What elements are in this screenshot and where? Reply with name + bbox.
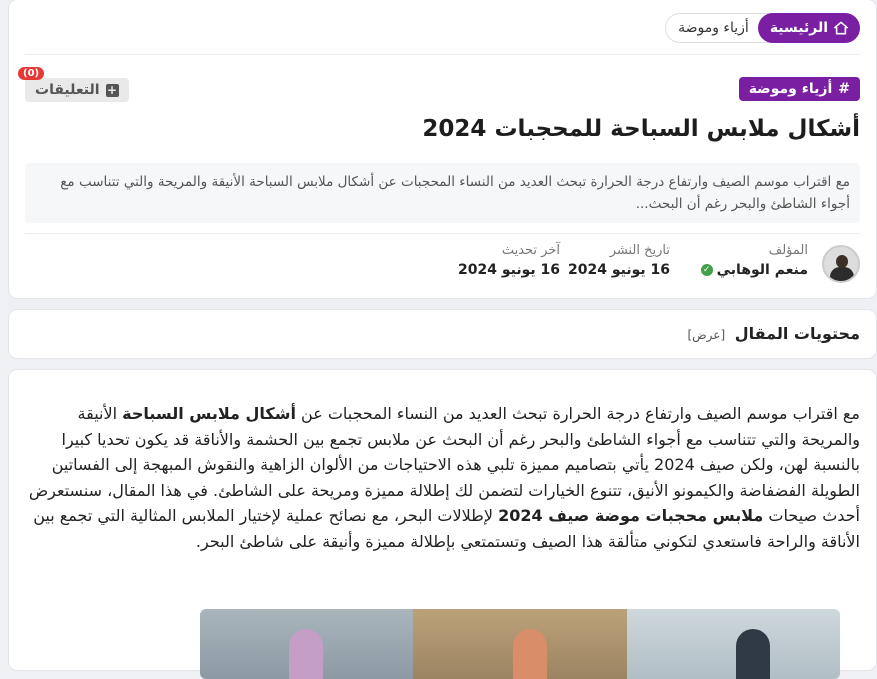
breadcrumb-home-link[interactable]: الرئيسية <box>757 13 860 43</box>
updated-date: 16 يونيو 2024 <box>458 262 560 278</box>
updated-label: آخر تحديث <box>501 243 560 258</box>
comments-count-badge: (0) <box>18 67 45 80</box>
article-paragraph: مع اقتراب موسم الصيف وارتفاع درجة الحرار… <box>25 401 860 554</box>
article-meta: المؤلف منعم الوهابي ✓ تاريخ النشر 16 يون… <box>25 243 860 287</box>
category-tag[interactable]: # أزياء وموضة <box>738 77 860 101</box>
article-keyword: ملابس محجبات موضة صيف 2024 <box>498 506 764 525</box>
breadcrumb-home-label: الرئيسية <box>769 20 828 36</box>
author-label: المؤلف <box>768 243 808 258</box>
comments-label: التعليقات <box>35 82 100 98</box>
article-excerpt: مع اقتراب موسم الصيف وارتفاع درجة الحرار… <box>25 163 860 223</box>
divider <box>25 54 860 55</box>
author-avatar[interactable] <box>822 245 860 283</box>
comment-plus-icon: + <box>105 82 119 97</box>
category-tag-label: أزياء وموضة <box>748 81 833 97</box>
toc-title: محتويات المقال <box>734 324 860 343</box>
verified-check-icon: ✓ <box>700 264 713 276</box>
breadcrumb: الرئيسية أزياء وموضة <box>665 13 860 43</box>
author-name-link[interactable]: منعم الوهابي <box>717 262 808 278</box>
article-text: مع اقتراب موسم الصيف وارتفاع درجة الحرار… <box>295 404 860 423</box>
breadcrumb-category-link[interactable]: أزياء وموضة <box>666 20 759 36</box>
published-meta: تاريخ النشر 16 يونيو 2024 <box>568 243 670 278</box>
table-of-contents-card: محتويات المقال [عرض] <box>9 310 876 358</box>
divider <box>25 233 860 234</box>
article-title: أشكال ملابس السباحة للمحجبات 2024 <box>422 116 860 142</box>
published-label: تاريخ النشر <box>609 243 670 258</box>
comments-button[interactable]: + التعليقات <box>25 78 129 102</box>
article-body-card: مع اقتراب موسم الصيف وارتفاع درجة الحرار… <box>9 370 876 679</box>
article-keyword: أشكال ملابس السباحة <box>122 404 296 423</box>
toc-toggle-link[interactable]: [عرض] <box>687 328 725 342</box>
hash-icon: # <box>838 81 850 97</box>
article-header-card: الرئيسية أزياء وموضة # أزياء وموضة + الت… <box>9 0 876 298</box>
updated-meta: آخر تحديث 16 يونيو 2024 <box>458 243 560 278</box>
article-hero-image <box>200 609 840 679</box>
published-date: 16 يونيو 2024 <box>568 262 670 278</box>
home-icon <box>834 21 848 35</box>
author-meta: المؤلف منعم الوهابي ✓ <box>700 243 808 278</box>
